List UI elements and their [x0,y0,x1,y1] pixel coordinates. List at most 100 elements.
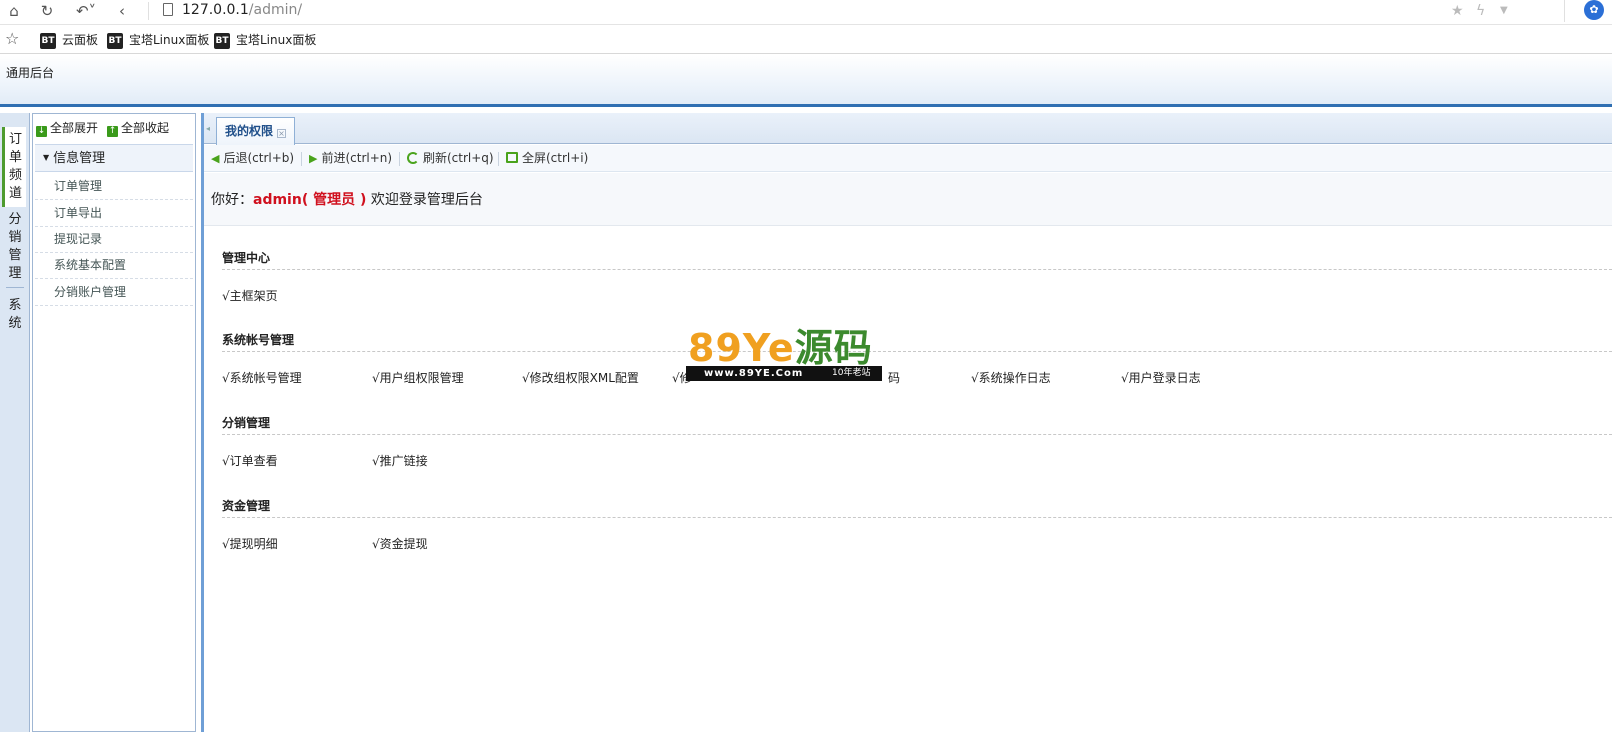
welcome-suffix: 欢迎登录管理后台 [366,192,483,208]
undo-icon[interactable]: ↶˅ [72,1,100,21]
menu-group-info[interactable]: ▼ 信息管理 [35,144,193,172]
refresh-label: 刷新(ctrl+q) [423,151,494,165]
lightning-icon[interactable]: ϟ [1476,1,1485,21]
forward-label: 前进(ctrl+n) [321,151,393,165]
back-arrow-icon[interactable]: ‹ [112,1,132,21]
welcome-message: 你好：admin( 管理员 ) 欢迎登录管理后台 [211,189,483,209]
perm-item: √主框架页 [222,289,278,303]
watermark-title: 89Ye源码 [688,326,873,370]
section-title-admin-center: 管理中心 [222,251,271,265]
toolbar-divider [399,152,400,166]
tab-close-icon[interactable]: × [277,129,287,138]
menu-item-order-export[interactable]: 订单导出 [35,200,193,227]
url-divider [148,2,149,20]
perm-item: √用户登录日志 [1121,371,1201,385]
watermark-url: www.89YE.Com [704,368,804,379]
home-icon[interactable]: ⌂ [4,1,24,21]
menu-item-distribution-accounts[interactable]: 分销账户管理 [35,279,193,306]
frame-toolbar: ◀ 后退(ctrl+b) ▶ 前进(ctrl+n) 刷新(ctrl+q) 全屏(ct… [204,145,1612,172]
bookmark-label: 宝塔Linux面板 [129,33,210,47]
menu-toolbar: ↓ 全部展开 ↑ 全部收起 [33,114,195,142]
channel-label: 分销管理 [8,212,22,281]
perm-item: √提现明细 [222,537,278,551]
section-title-system-accounts: 系统帐号管理 [222,333,295,347]
bookmark-star-icon[interactable]: ☆ [5,29,19,49]
fullscreen-button[interactable]: 全屏(ctrl+i) [506,150,588,166]
channel-tabs: 订单频道 分销管理 系统 [0,113,30,732]
section-divider [222,269,1612,270]
fullscreen-icon [506,152,518,163]
bt-icon: BT [107,32,123,49]
channel-tab-system[interactable]: 系统 [2,297,28,335]
fullscreen-label: 全屏(ctrl+i) [522,151,589,165]
section-divider [222,434,1612,435]
expand-all-button[interactable]: ↓ 全部展开 [36,120,98,137]
watermark-logo: 89Ye源码 www.89YE.Com 10年老站 [686,326,882,382]
channel-tab-orders[interactable]: 订单频道 [2,127,26,207]
tab-my-permissions[interactable]: 我的权限 × [216,117,296,145]
section-divider [222,351,1612,352]
perm-item: 码 [888,371,901,385]
watermark-tag: 10年老站 [832,368,871,378]
forward-arrow-icon: ▶ [309,152,318,165]
app-title: 通用后台 [6,66,55,80]
expand-icon: ↓ [36,126,47,137]
channel-label: 系统 [8,298,22,331]
welcome-user: admin( 管理员 ) [253,192,367,208]
app-header: 通用后台 [0,55,1612,107]
paw-icon[interactable]: ✿ [1584,0,1604,20]
perm-item: √系统帐号管理 [222,371,302,385]
menu-item-system-config[interactable]: 系统基本配置 [35,252,193,279]
perm-item: √用户组权限管理 [372,371,464,385]
collapse-all-button[interactable]: ↑ 全部收起 [107,120,169,137]
dropdown-icon[interactable]: ▼ [1500,1,1508,21]
section-divider [222,517,1612,518]
bookmark-3[interactable]: BT 宝塔Linux面板 [214,30,316,50]
reload-icon[interactable]: ↻ [37,1,57,21]
main-frame: ◂ 我的权限 × ◀ 后退(ctrl+b) ▶ 前进(ctrl+n) 刷新(ctrl+… [201,113,1612,732]
perm-item: √资金提现 [372,537,428,551]
toolbar-divider [498,152,499,166]
back-arrow-icon: ◀ [211,152,220,165]
url-path: /admin/ [248,2,303,18]
collapse-icon: ↑ [107,126,118,137]
welcome-bar: 你好：admin( 管理员 ) 欢迎登录管理后台 [204,173,1612,226]
refresh-button[interactable]: 刷新(ctrl+q) [407,150,494,166]
watermark-title-b: 源码 [794,326,873,370]
expand-all-label: 全部展开 [50,121,99,135]
perm-item: √修改组权限XML配置 [522,371,639,385]
tab-scroll-left-icon[interactable]: ◂ [206,119,214,139]
refresh-icon [407,152,419,164]
bookmark-label: 宝塔Linux面板 [236,33,317,47]
channel-label: 订单频道 [8,132,22,201]
section-title-funds: 资金管理 [222,499,271,513]
channel-tab-distribution[interactable]: 分销管理 [2,211,28,283]
url-host: 127.0.0.1 [182,2,249,18]
welcome-prefix: 你好： [211,192,253,208]
watermark-strip: www.89YE.Com 10年老站 [686,366,882,381]
bookmark-2[interactable]: BT 宝塔Linux面板 [107,30,209,50]
menu-item-orders[interactable]: 订单管理 [35,173,193,200]
url-field[interactable]: 127.0.0.1/admin/ [182,0,302,20]
bt-icon: BT [40,32,56,49]
perm-item: √推广链接 [372,454,428,468]
collapse-all-label: 全部收起 [121,121,170,135]
tab-label: 我的权限 [225,124,274,138]
browser-address-bar: ⌂ ↻ ↶˅ ‹ 127.0.0.1/admin/ ★ ϟ ▼ ✿ [0,0,1612,25]
bookmark-label: 云面板 [62,33,99,47]
perm-item: √系统操作日志 [971,371,1051,385]
menu-group-label: 信息管理 [53,151,106,166]
back-button[interactable]: ◀ 后退(ctrl+b) [211,150,294,167]
watermark-title-a: 89Ye [688,326,795,370]
bt-icon: BT [214,32,230,49]
bookmark-1[interactable]: BT 云面板 [40,30,98,50]
forward-button[interactable]: ▶ 前进(ctrl+n) [309,150,392,167]
back-label: 后退(ctrl+b) [223,151,295,165]
perm-item: √订单查看 [222,454,278,468]
side-menu: ↓ 全部展开 ↑ 全部收起 ▼ 信息管理 订单管理 订单导出 提现记录 系统基本配置 … [32,113,196,732]
caret-down-icon: ▼ [43,153,50,162]
star-icon[interactable]: ★ [1451,1,1464,21]
page-icon [163,3,173,16]
menu-item-withdraw-records[interactable]: 提现记录 [35,226,193,253]
tab-bar: ◂ 我的权限 × [204,113,1612,145]
